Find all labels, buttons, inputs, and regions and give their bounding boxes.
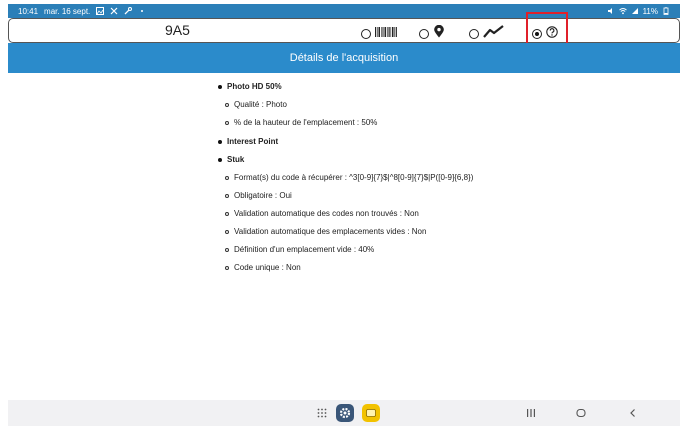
detail-text: % de la hauteur de l'emplacement : 50% xyxy=(234,118,378,127)
detail-text: Validation automatique des codes non tro… xyxy=(234,209,419,218)
back-button[interactable] xyxy=(624,404,642,422)
list-item: Validation automatique des codes non tro… xyxy=(225,209,419,218)
list-item: Qualité : Photo xyxy=(225,100,287,109)
list-item: Obligatoire : Oui xyxy=(225,191,292,200)
wifi-icon xyxy=(618,7,627,15)
battery-icon xyxy=(662,7,670,15)
circle-bullet-icon xyxy=(225,247,229,252)
detail-text: Format(s) du code à récupérer : ^3[0-9]{… xyxy=(234,173,474,182)
bullet-icon xyxy=(218,139,222,144)
highlight-box xyxy=(526,12,568,47)
circle-bullet-icon xyxy=(225,102,229,107)
detail-text: Code unique : Non xyxy=(234,263,301,272)
gallery-icon xyxy=(96,7,105,15)
circle-bullet-icon xyxy=(225,265,229,270)
home-button[interactable] xyxy=(572,404,590,422)
bullet-icon xyxy=(218,157,222,162)
list-item: Code unique : Non xyxy=(225,263,301,272)
location-code: 9A5 xyxy=(165,22,190,38)
trend-line-icon xyxy=(483,25,505,43)
status-date: mar. 16 sept. xyxy=(44,6,91,16)
circle-bullet-icon xyxy=(225,193,229,198)
circle-bullet-icon xyxy=(225,211,229,216)
list-item: Définition d'un emplacement vide : 40% xyxy=(225,245,374,254)
detail-text: Validation automatique des emplacements … xyxy=(234,227,427,236)
list-item: Validation automatique des emplacements … xyxy=(225,227,426,236)
barcode-icon xyxy=(375,25,397,43)
circle-bullet-icon xyxy=(225,175,229,180)
app-drawer-icon[interactable] xyxy=(313,404,331,422)
list-item: Format(s) du code à récupérer : ^3[0-9]{… xyxy=(225,173,473,182)
tools-icon xyxy=(110,7,118,15)
detail-text: Définition d'un emplacement vide : 40% xyxy=(234,245,375,254)
location-pin-icon xyxy=(433,24,445,43)
option-trend[interactable] xyxy=(469,25,505,43)
recent-apps-button[interactable] xyxy=(522,404,540,422)
radio-trend[interactable] xyxy=(469,29,479,39)
tablet-screen: 10:41 mar. 16 sept. 11% 9A5 Détails de l… xyxy=(0,0,688,430)
section-title: Stuk xyxy=(227,155,245,164)
details-header: Détails de l'acquisition xyxy=(8,43,680,73)
section-photo: Photo HD 50% xyxy=(218,82,282,91)
detail-text: Qualité : Photo xyxy=(234,100,287,109)
page-title: Détails de l'acquisition xyxy=(289,52,399,64)
option-location[interactable] xyxy=(419,24,445,43)
dot-icon xyxy=(138,7,146,15)
status-time: 10:41 xyxy=(18,6,39,16)
acquisition-toolbar: 9A5 xyxy=(8,18,680,43)
signal-icon xyxy=(631,7,639,15)
bullet-icon xyxy=(218,84,222,89)
radio-barcode[interactable] xyxy=(361,29,371,39)
mute-icon xyxy=(607,7,615,15)
notes-app-icon[interactable] xyxy=(362,404,380,422)
section-title: Photo HD 50% xyxy=(227,82,282,91)
list-item: % de la hauteur de l'emplacement : 50% xyxy=(225,118,377,127)
section-title: Interest Point xyxy=(227,137,279,146)
option-barcode[interactable] xyxy=(361,25,397,43)
section-stuk: Stuk xyxy=(218,155,244,164)
navigation-bar xyxy=(8,400,680,426)
circle-bullet-icon xyxy=(225,229,229,234)
circle-bullet-icon xyxy=(225,120,229,125)
status-bar: 10:41 mar. 16 sept. 11% xyxy=(8,4,680,18)
wrench-icon xyxy=(124,7,133,15)
radio-location[interactable] xyxy=(419,29,429,39)
battery-level: 11% xyxy=(642,6,658,16)
settings-app-icon[interactable] xyxy=(336,404,354,422)
detail-text: Obligatoire : Oui xyxy=(234,191,292,200)
section-interest-point: Interest Point xyxy=(218,137,278,146)
